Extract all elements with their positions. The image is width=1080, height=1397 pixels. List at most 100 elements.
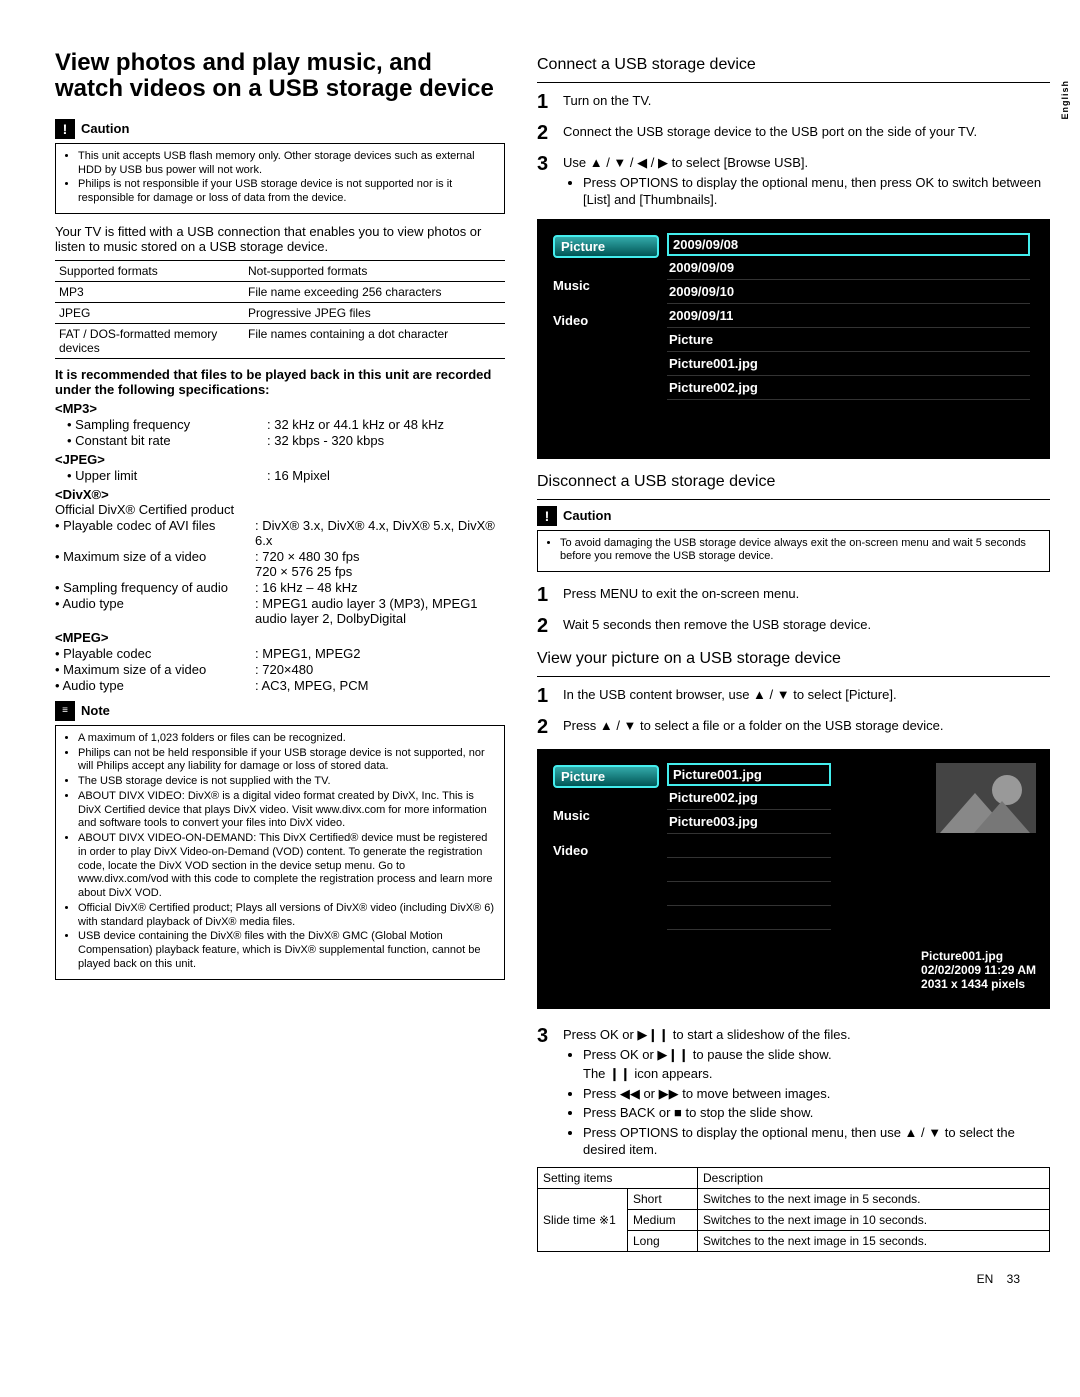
disconnect-heading: Disconnect a USB storage device [537,473,1050,491]
page-footer: EN 33 [55,1272,1050,1286]
rec-intro: It is recommended that files to be playe… [55,367,505,397]
note-item: ABOUT DIVX VIDEO: DivX® is a digital vid… [78,790,496,831]
tv-list-item: 2009/09/10 [667,280,1030,304]
tv-list-item: Picture002.jpg [667,786,831,810]
caution-header: ! Caution [537,506,1050,526]
spec-val: MPEG1 audio layer 3 (MP3), MPEG1 audio l… [255,596,478,626]
cell: Long [628,1230,698,1251]
tv-list-item [667,858,831,882]
cell: Medium [628,1209,698,1230]
tv-list-item: Picture001.jpg [667,352,1030,376]
cell: Switches to the next image in 10 seconds… [698,1209,1050,1230]
intro-text: Your TV is fitted with a USB connection … [55,224,505,254]
sub-step: Press OPTIONS to display the optional me… [583,174,1050,209]
note-icon: ≡ [55,701,75,721]
tv-menu-picture: Picture [553,235,659,258]
formats-table: Supported formatsNot-supported formats M… [55,260,505,359]
spec-val: 720×480 [262,662,313,677]
caution-item: This unit accepts USB flash memory only.… [78,150,496,178]
divx-header: <DivX®> [55,487,505,502]
language-tab: English [1060,80,1070,120]
step-text: Use ▲ / ▼ / ◀ / ▶ to select [Browse USB]… [563,151,1050,211]
sub-step: Press ◀◀ or ▶▶ to move between images. [583,1085,1050,1103]
info-dimensions: 2031 x 1434 pixels [921,977,1036,991]
jpeg-header: <JPEG> [55,452,505,467]
row-label: Slide time ※1 [538,1188,628,1251]
spec-val: 32 kbps - 320 kbps [274,433,384,448]
spec-key: Playable codec of AVI files [55,518,255,548]
spec-key: Sampling frequency [67,417,267,432]
spec-key: Audio type [55,678,255,693]
note-item: The USB storage device is not supplied w… [78,775,496,789]
sub-step: Press OK or ▶❙❙ to pause the slide show. [583,1046,1050,1064]
mountain-icon [974,801,1030,833]
connect-heading: Connect a USB storage device [537,56,1050,74]
note-item: Official DivX® Certified product; Plays … [78,902,496,930]
spec-key: Upper limit [67,468,267,483]
cell: Switches to the next image in 15 seconds… [698,1230,1050,1251]
spec-key: Audio type [55,596,255,626]
tv-list-item: Picture003.jpg [667,810,831,834]
spec-key: Constant bit rate [67,433,267,448]
warning-icon: ! [55,119,75,139]
footer-lang: EN [977,1272,994,1286]
note-label: Note [81,703,110,718]
step-text: Press MENU to exit the on-screen menu. [563,582,1050,609]
cell: MP3 [55,281,244,302]
footer-page: 33 [1007,1272,1020,1286]
note-item: Philips can not be held responsible if y… [78,747,496,775]
tv-menu-video: Video [553,843,659,858]
tv-screenshot-browse: Picture Music Video 2009/09/08 2009/09/0… [537,219,1050,459]
step-text: Turn on the TV. [563,89,1050,116]
divx-line: Official DivX® Certified product [55,502,505,517]
spec-val: 16 kHz – 48 kHz [262,580,357,595]
step-text: In the USB content browser, use ▲ / ▼ to… [563,683,1050,710]
tv-list-item: 2009/09/08 [667,233,1030,256]
caution-item: To avoid damaging the USB storage device… [560,537,1041,565]
caution-label: Caution [563,508,611,523]
spec-key: Maximum size of a video [55,549,255,579]
page-title: View photos and play music, and watch vi… [55,50,505,103]
note-header: ≡ Note [55,701,505,721]
note-item: A maximum of 1,023 folders or files can … [78,732,496,746]
sub-step: Press BACK or ■ to stop the slide show. [583,1104,1050,1122]
sub-step: Press OPTIONS to display the optional me… [583,1124,1050,1159]
caution-box: To avoid damaging the USB storage device… [537,530,1050,573]
col-header: Not-supported formats [244,260,505,281]
step-text: Wait 5 seconds then remove the USB stora… [563,613,1050,640]
spec-val: DivX® 3.x, DivX® 4.x, DivX® 5.x, DivX® 6… [255,518,495,548]
spec-key: Maximum size of a video [55,662,255,677]
cell: Switches to the next image in 5 seconds. [698,1188,1050,1209]
tv-list-item: Picture001.jpg [667,763,831,786]
step-text: Connect the USB storage device to the US… [563,120,1050,147]
tv-menu-picture: Picture [553,765,659,788]
tv-list-item [667,882,831,906]
col-header: Supported formats [55,260,244,281]
tv-list-item: Picture [667,328,1030,352]
tv-list-item [667,906,831,930]
col-header: Setting items [538,1167,698,1188]
tv-menu-music: Music [553,808,659,823]
spec-val: 720 × 480 30 fps 720 × 576 25 fps [255,549,359,579]
caution-label: Caution [81,121,129,136]
cell: Short [628,1188,698,1209]
settings-table: Setting items Description Slide time ※1 … [537,1167,1050,1252]
warning-icon: ! [537,506,557,526]
spec-key: Playable codec [55,646,255,661]
cell: Progressive JPEG files [244,302,505,323]
sub-step-result: The ❙❙ icon appears. [583,1065,1050,1083]
note-item: USB device containing the DivX® files wi… [78,930,496,971]
caution-header: ! Caution [55,119,505,139]
cell: File names containing a dot character [244,323,505,358]
tv-screenshot-picture: Picture Music Video Picture001.jpg Pictu… [537,749,1050,1009]
caution-box: This unit accepts USB flash memory only.… [55,143,505,214]
spec-key: Sampling frequency of audio [55,580,255,595]
step-text: Press ▲ / ▼ to select a file or a folder… [563,714,1050,741]
caution-item: Philips is not responsible if your USB s… [78,178,496,206]
mp3-header: <MP3> [55,401,505,416]
tv-list-item [667,834,831,858]
spec-val: AC3, MPEG, PCM [262,678,369,693]
cell: FAT / DOS-formatted memory devices [55,323,244,358]
step-text: Press OK or ▶❙❙ to start a slideshow of … [563,1023,1050,1161]
note-item: ABOUT DIVX VIDEO-ON-DEMAND: This DivX Ce… [78,832,496,901]
